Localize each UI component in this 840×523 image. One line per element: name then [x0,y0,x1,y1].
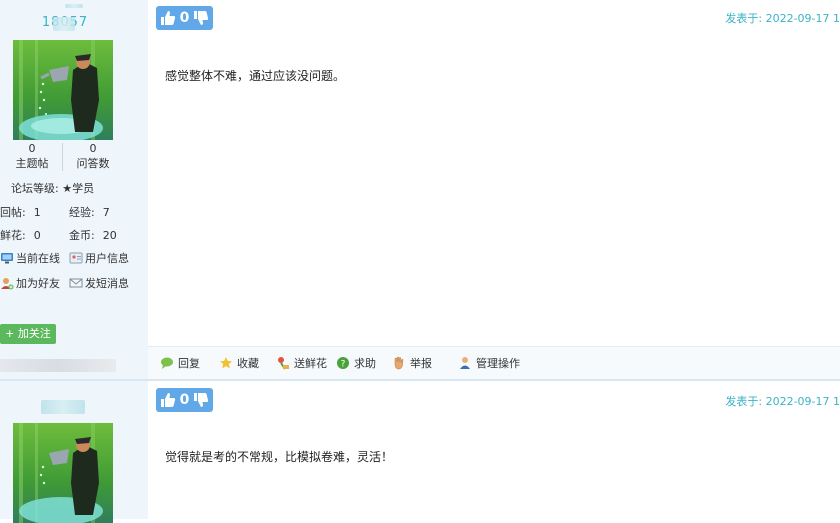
vote-widget: 0 [156,6,213,30]
help-icon: ? [336,356,350,370]
send-message-link[interactable]: 发短消息 [69,275,129,291]
replies-stat: 回帖: 1 [0,204,41,220]
coins-stat: 金币: 20 [69,227,117,243]
exp-value: 7 [102,206,110,219]
report-button[interactable]: 举报 [392,347,432,379]
report-label: 举报 [410,357,432,370]
online-status-link[interactable]: 当前在线 [0,250,60,266]
coins-value: 20 [102,229,117,242]
topics-label: 主题帖 [15,157,49,170]
forum-rank: 论坛等级: ★学员 [11,182,95,195]
send-flower-label: 送鲜花 [294,357,327,370]
exp-stat: 经验: 7 [69,204,110,220]
user-info-link[interactable]: 用户信息 [69,250,129,266]
add-friend-link[interactable]: 加为好友 [0,275,60,291]
favorite-label: 收藏 [237,357,259,370]
exp-label: 经验: [69,206,95,219]
help-label: 求助 [354,357,376,370]
author-sidebar [0,381,148,523]
post-content: 觉得就是考的不常规，比模拟卷难，灵活！ [165,450,394,464]
replies-value: 1 [33,206,41,219]
flower-icon [276,356,290,370]
reply-icon [160,356,174,370]
monitor-icon [0,251,14,265]
post-body: 0 发表于: 2022-09-17 1 觉得就是考的不常规，比模拟卷难，灵活！ [148,381,840,519]
post-1: 18057 [0,0,840,380]
manage-button[interactable]: 管理操作 [458,347,520,379]
user-info-label: 用户信息 [85,252,129,265]
hand-icon [392,356,406,370]
svg-text:?: ? [341,360,346,370]
flowers-label: 鲜花: [0,229,26,242]
topics-stat[interactable]: 0 主题帖 [1,141,63,171]
post-content: 感觉整体不难，通过应该没问题。 [165,69,346,83]
admin-icon [458,356,472,370]
post-body: 0 发表于: 2022-09-17 1 感觉整体不难，通过应该没问题。 回复 收… [148,0,840,380]
vote-count: 0 [179,10,190,26]
coins-label: 金币: [69,229,95,242]
manage-label: 管理操作 [476,357,520,370]
follow-button[interactable]: + 加关注 [0,324,56,344]
vote-widget: 0 [156,388,213,412]
thumbs-up-icon[interactable] [160,10,176,26]
send-message-label: 发短消息 [85,277,129,290]
replies-label: 回帖: [0,206,26,219]
author-stats: 0 主题帖 0 问答数 [0,141,124,173]
reply-button[interactable]: 回复 [160,347,200,379]
add-friend-icon [0,276,14,290]
online-status-label: 当前在线 [16,252,60,265]
signature-redaction [0,359,116,372]
help-button[interactable]: ? 求助 [336,347,376,379]
answers-label: 问答数 [76,157,110,170]
add-friend-label: 加为好友 [16,277,60,290]
reply-label: 回复 [178,357,200,370]
thumbs-down-icon[interactable] [193,10,209,26]
send-flower-button[interactable]: 送鲜花 [276,347,327,379]
post-date: 发表于: 2022-09-17 1 [725,12,840,25]
topics-count: 0 [28,142,36,155]
username-redaction [65,4,83,8]
answers-stat[interactable]: 0 问答数 [62,141,124,171]
username-redaction[interactable] [41,400,85,414]
favorite-button[interactable]: 收藏 [219,347,259,379]
vote-count: 0 [179,392,190,408]
username-redaction [53,17,75,31]
post-2: 0 发表于: 2022-09-17 1 觉得就是考的不常规，比模拟卷难，灵活！ [0,381,840,523]
avatar[interactable] [13,40,113,140]
post-date: 发表于: 2022-09-17 1 [725,395,840,408]
user-card-icon [69,251,83,265]
answers-count: 0 [89,142,97,155]
flowers-value: 0 [33,229,41,242]
envelope-icon [69,276,83,290]
star-icon [219,356,233,370]
author-sidebar: 18057 [0,0,148,380]
flowers-stat: 鲜花: 0 [0,227,41,243]
thumbs-up-icon[interactable] [160,392,176,408]
thumbs-down-icon[interactable] [193,392,209,408]
post-toolbar: 回复 收藏 送鲜花 ? 求助 举报 管理操作 [148,346,840,379]
avatar[interactable] [13,423,113,523]
